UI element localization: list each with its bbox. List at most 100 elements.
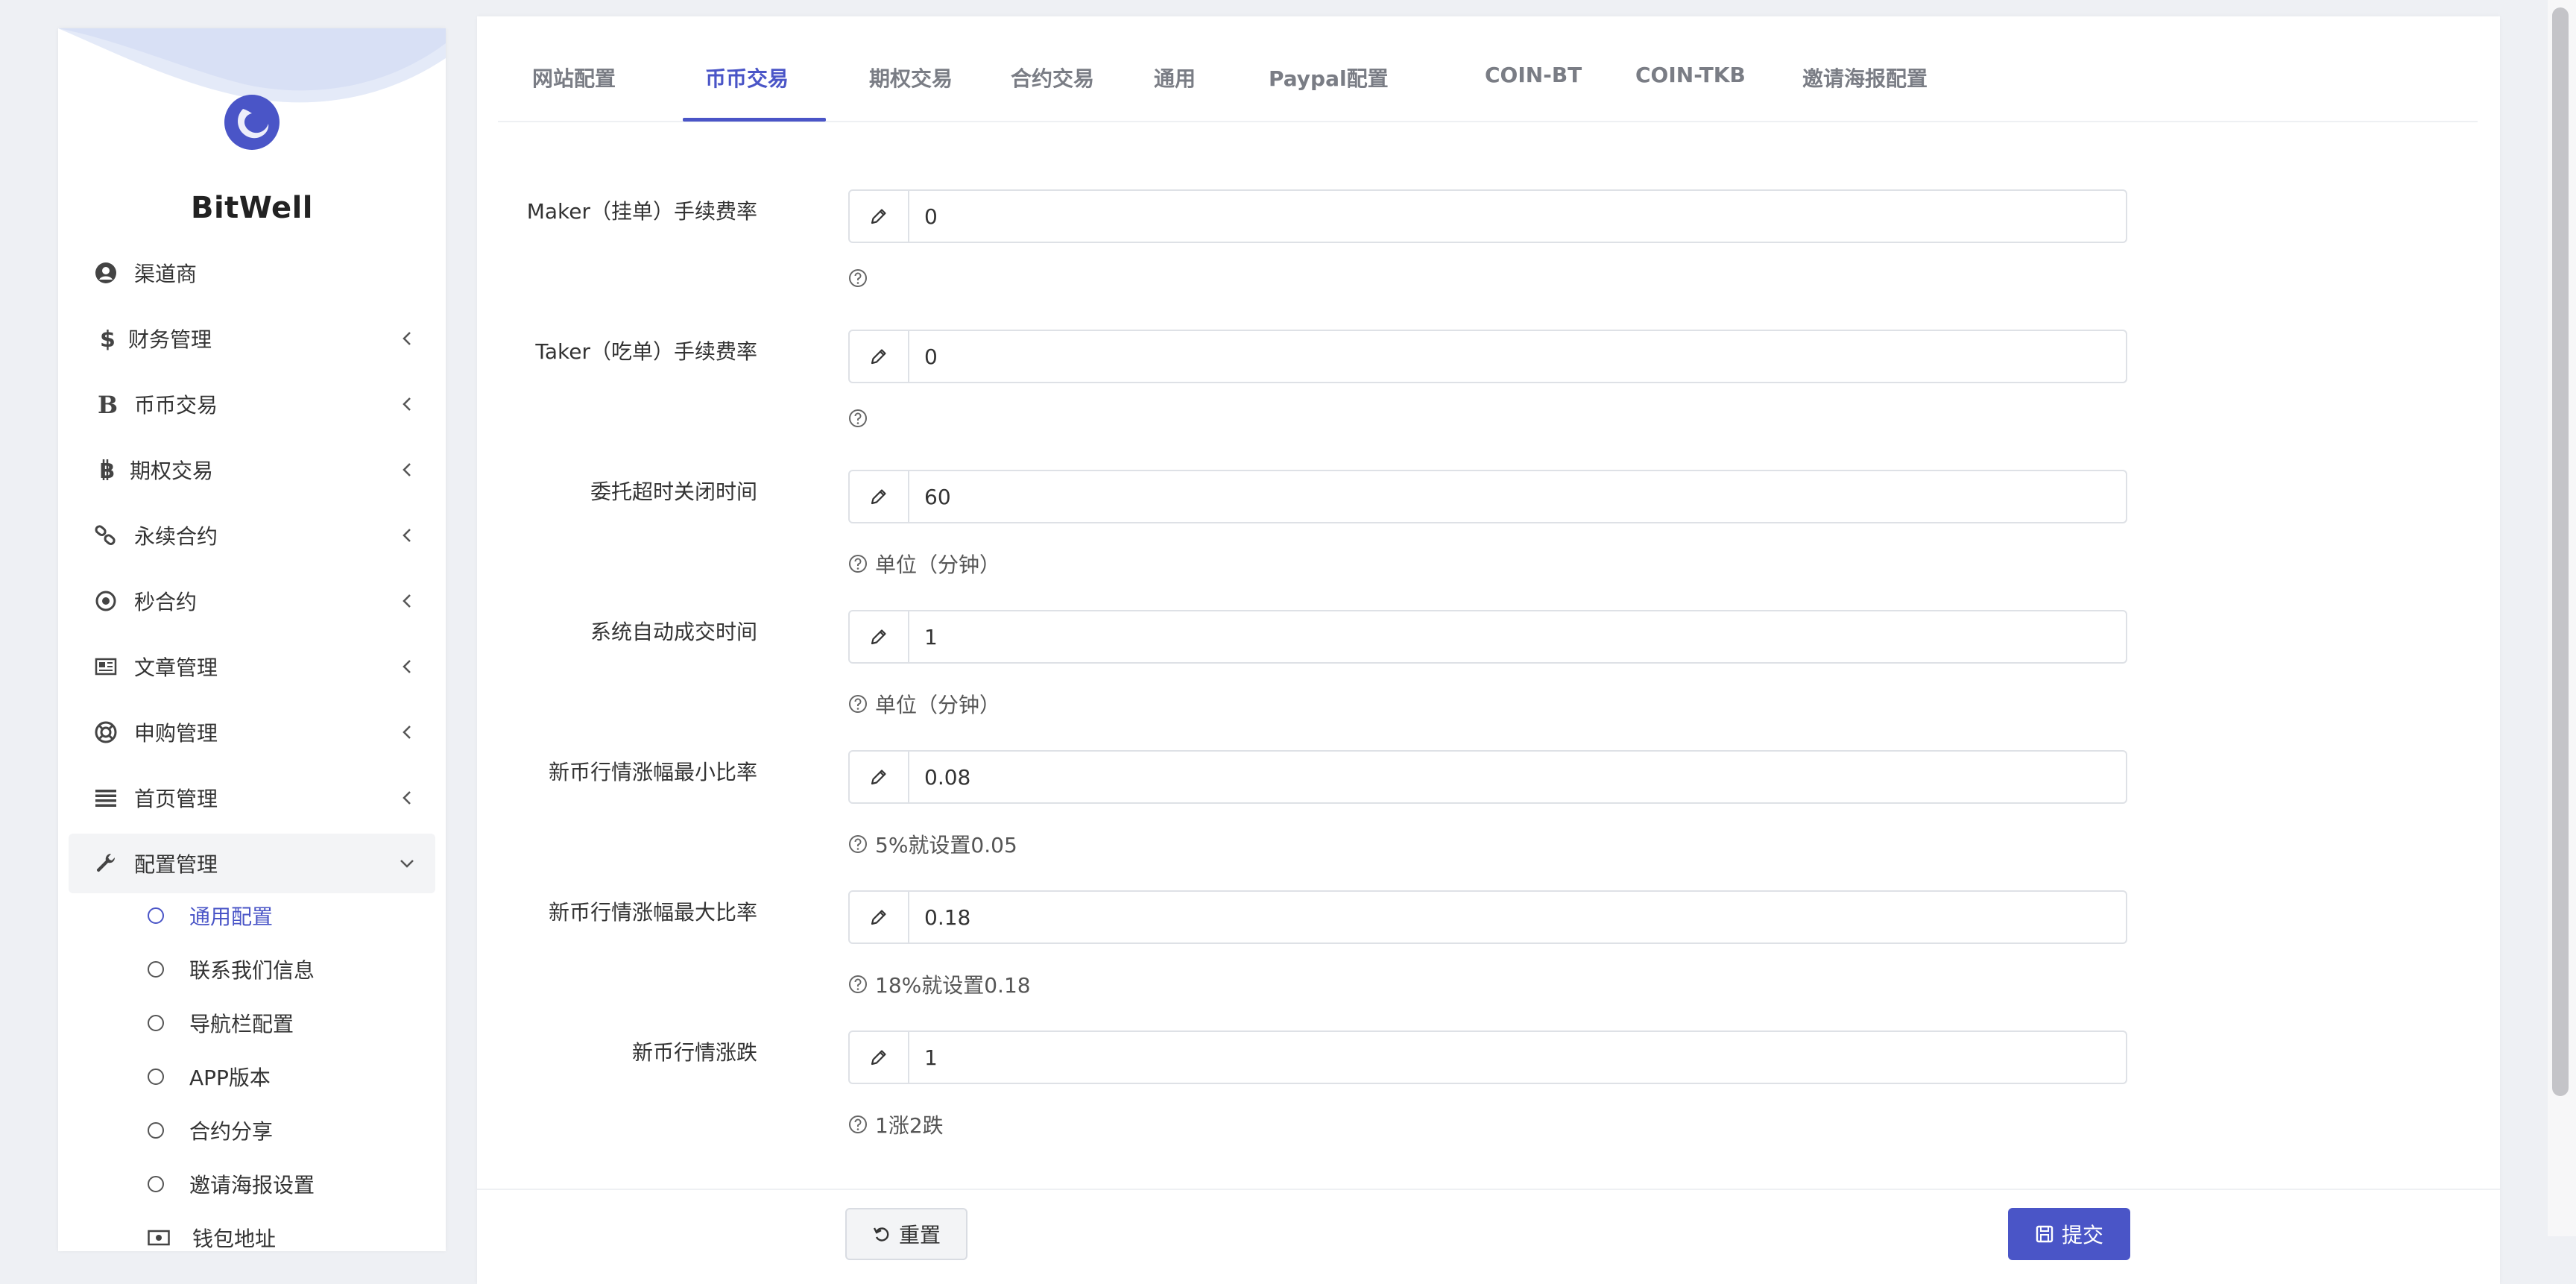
tab-coin-tkb[interactable]: COIN-TKB xyxy=(1635,63,1746,87)
sidebar-item-spot-trading[interactable]: B 币币交易 xyxy=(69,374,435,434)
sidebar-item-subscription[interactable]: 申购管理 xyxy=(69,702,435,762)
reset-button[interactable]: 重置 xyxy=(845,1208,967,1260)
tab-paypal-config[interactable]: Paypal配置 xyxy=(1269,63,1389,92)
min-rise-ratio-field xyxy=(848,750,2127,804)
list-icon xyxy=(91,783,121,813)
sidebar-item-homepage[interactable]: 首页管理 xyxy=(69,768,435,828)
order-timeout-input[interactable] xyxy=(909,471,2126,522)
brand-logo-icon xyxy=(224,95,280,150)
sidebar-item-label: 秒合约 xyxy=(134,590,198,614)
save-icon xyxy=(2036,1225,2053,1243)
auto-fill-time-input[interactable] xyxy=(909,611,2126,662)
newspaper-icon xyxy=(91,652,121,682)
field-label-taker-fee: Taker（吃单）手续费率 xyxy=(535,339,757,364)
sidebar-subitem-label: 联系我们信息 xyxy=(189,958,315,983)
maker-fee-help xyxy=(848,268,875,288)
lifebuoy-icon xyxy=(91,717,121,747)
chevron-down-icon xyxy=(400,860,414,868)
settings-card: 网站配置 币币交易 期权交易 合约交易 通用 Paypal配置 COIN-BT … xyxy=(477,16,2500,1284)
chevron-left-icon xyxy=(402,791,411,805)
help-text: 1涨2跌 xyxy=(875,1113,944,1138)
pencil-icon xyxy=(850,611,909,662)
sidebar-item-label: 申购管理 xyxy=(134,721,218,746)
help-text: 18%就设置0.18 xyxy=(875,973,1031,998)
chevron-left-icon xyxy=(402,726,411,739)
question-circle-icon xyxy=(849,1115,867,1133)
order-timeout-field xyxy=(848,470,2127,523)
question-circle-icon xyxy=(849,835,867,853)
settings-tabs: 网站配置 币币交易 期权交易 合约交易 通用 Paypal配置 COIN-BT … xyxy=(498,16,2478,122)
new-coin-direction-input[interactable] xyxy=(909,1032,2126,1083)
link-icon xyxy=(91,520,121,550)
help-text: 单位（分钟） xyxy=(875,553,1001,577)
tab-general[interactable]: 通用 xyxy=(1154,63,1196,92)
max-rise-ratio-help: 18%就设置0.18 xyxy=(848,969,1031,999)
sidebar-subitem-invite-poster[interactable]: 邀请海报设置 xyxy=(148,1160,401,1208)
sidebar-subitem-label: 邀请海报设置 xyxy=(189,1173,315,1198)
circle-icon xyxy=(148,1176,164,1192)
tab-options-trading[interactable]: 期权交易 xyxy=(869,63,953,92)
sidebar-subitem-app-version[interactable]: APP版本 xyxy=(148,1053,401,1101)
sidebar-item-config[interactable]: 配置管理 xyxy=(69,834,435,893)
sidebar-item-label: 首页管理 xyxy=(134,787,218,811)
sidebar-subitem-wallet-address[interactable]: 钱包地址 xyxy=(148,1214,401,1251)
circle-icon xyxy=(148,1015,164,1031)
min-rise-ratio-input[interactable] xyxy=(909,752,2126,802)
field-label-min-rise-ratio: 新币行情涨幅最小比率 xyxy=(548,760,757,784)
question-circle-icon xyxy=(849,555,867,573)
sidebar-item-articles[interactable]: 文章管理 xyxy=(69,637,435,696)
max-rise-ratio-input[interactable] xyxy=(909,892,2126,942)
chevron-left-icon xyxy=(402,529,411,542)
max-rise-ratio-field xyxy=(848,890,2127,944)
sidebar-subitem-label: APP版本 xyxy=(189,1066,271,1090)
active-tab-indicator xyxy=(683,118,826,122)
auto-fill-time-help: 单位（分钟） xyxy=(848,689,1000,719)
field-label-auto-fill-time: 系统自动成交时间 xyxy=(590,620,757,644)
pencil-icon xyxy=(850,471,909,522)
sidebar-subitem-navbar-config[interactable]: 导航栏配置 xyxy=(148,999,401,1047)
pencil-icon xyxy=(850,331,909,382)
pencil-icon xyxy=(850,752,909,802)
chevron-left-icon xyxy=(402,332,411,345)
sidebar-subitem-contract-share[interactable]: 合约分享 xyxy=(148,1107,401,1154)
sidebar-subitem-contact-info[interactable]: 联系我们信息 xyxy=(148,945,401,993)
circle-icon xyxy=(148,907,164,924)
submit-button-label: 提交 xyxy=(2061,1223,2103,1247)
new-coin-direction-field xyxy=(848,1030,2127,1084)
taker-fee-input[interactable] xyxy=(909,331,2126,382)
sidebar-item-finance[interactable]: $ 财务管理 xyxy=(69,309,435,368)
tab-coin-bt[interactable]: COIN-BT xyxy=(1485,63,1582,87)
sidebar-item-label: 渠道商 xyxy=(134,262,198,286)
sidebar-item-options-trading[interactable]: B 期权交易 xyxy=(69,440,435,500)
maker-fee-field xyxy=(848,189,2127,243)
undo-icon xyxy=(873,1227,889,1241)
sidebar-item-second-contract[interactable]: 秒合约 xyxy=(69,571,435,631)
field-label-new-coin-direction: 新币行情涨跌 xyxy=(631,1040,757,1065)
tab-spot-trading[interactable]: 币币交易 xyxy=(705,63,789,92)
maker-fee-input[interactable] xyxy=(909,191,2126,242)
tab-invite-poster-config[interactable]: 邀请海报配置 xyxy=(1802,63,1928,92)
svg-text:$: $ xyxy=(100,327,116,350)
tab-contract-trading[interactable]: 合约交易 xyxy=(1011,63,1094,92)
sidebar: BitWell 渠道商 $ 财务管理 B 币币交易 B 期权交易 永续合约 xyxy=(58,28,446,1251)
sidebar-subitem-general-config[interactable]: 通用配置 xyxy=(148,892,401,940)
pencil-icon xyxy=(850,1032,909,1083)
auto-fill-time-field xyxy=(848,610,2127,664)
chevron-left-icon xyxy=(402,463,411,476)
submit-button[interactable]: 提交 xyxy=(2008,1208,2130,1260)
sidebar-item-perpetual[interactable]: 永续合约 xyxy=(69,506,435,565)
question-circle-icon xyxy=(849,695,867,713)
question-circle-icon xyxy=(849,269,867,287)
sidebar-item-channel[interactable]: 渠道商 xyxy=(69,243,435,303)
taker-fee-field xyxy=(848,330,2127,383)
sidebar-item-label: 配置管理 xyxy=(134,852,218,877)
sidebar-item-label: 期权交易 xyxy=(130,459,214,483)
pencil-icon xyxy=(850,892,909,942)
target-icon xyxy=(91,586,121,616)
circle-icon xyxy=(148,1069,164,1085)
question-circle-icon xyxy=(849,409,867,427)
circle-icon xyxy=(148,1122,164,1139)
scrollbar-thumb[interactable] xyxy=(2552,7,2569,1096)
tab-website-config[interactable]: 网站配置 xyxy=(532,63,616,92)
wrench-icon xyxy=(91,849,121,878)
